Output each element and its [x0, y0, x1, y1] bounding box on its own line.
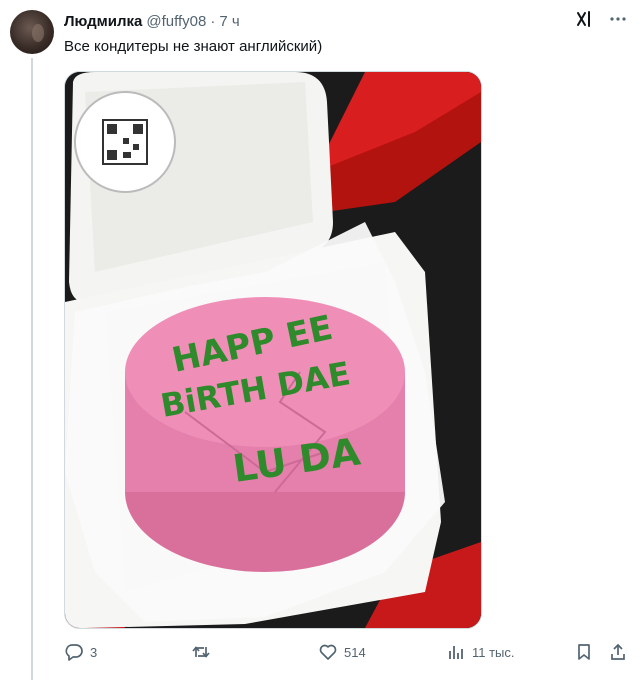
like-button[interactable]: 514: [318, 640, 366, 664]
more-icon[interactable]: [609, 10, 627, 28]
post-photo[interactable]: HAPP EE BiRTH DAE LU DA: [64, 71, 482, 629]
post-header: Людмилка @fuffy08 · 7 ч: [64, 13, 240, 30]
post-actions: 3 514 11 тыс.: [64, 640, 630, 664]
author-name[interactable]: Людмилка: [64, 13, 142, 30]
like-count: 514: [344, 644, 366, 660]
thread-line: [31, 58, 33, 680]
author-handle[interactable]: @fuffy08: [146, 13, 206, 30]
share-button[interactable]: [608, 640, 628, 664]
post-text: Все кондитеры не знают английский): [64, 38, 323, 55]
qr-sticker: [74, 91, 176, 193]
grok-icon[interactable]: [575, 10, 593, 28]
bookmark-button[interactable]: [574, 640, 594, 664]
views-button[interactable]: 11 тыс.: [446, 640, 515, 664]
like-icon: [318, 642, 338, 662]
avatar[interactable]: [10, 10, 54, 54]
reply-button[interactable]: 3: [64, 640, 97, 664]
bookmark-icon: [574, 642, 594, 662]
share-icon: [608, 642, 628, 662]
post-time[interactable]: 7 ч: [219, 13, 239, 30]
retweet-icon: [191, 642, 211, 662]
retweet-button[interactable]: [191, 640, 217, 664]
reply-icon: [64, 642, 84, 662]
post-top-actions: [575, 10, 627, 28]
views-count: 11 тыс.: [472, 644, 515, 660]
views-icon: [446, 642, 466, 662]
avatar-image-detail: [32, 24, 44, 42]
reply-count: 3: [90, 644, 98, 660]
header-separator: ·: [210, 13, 216, 30]
